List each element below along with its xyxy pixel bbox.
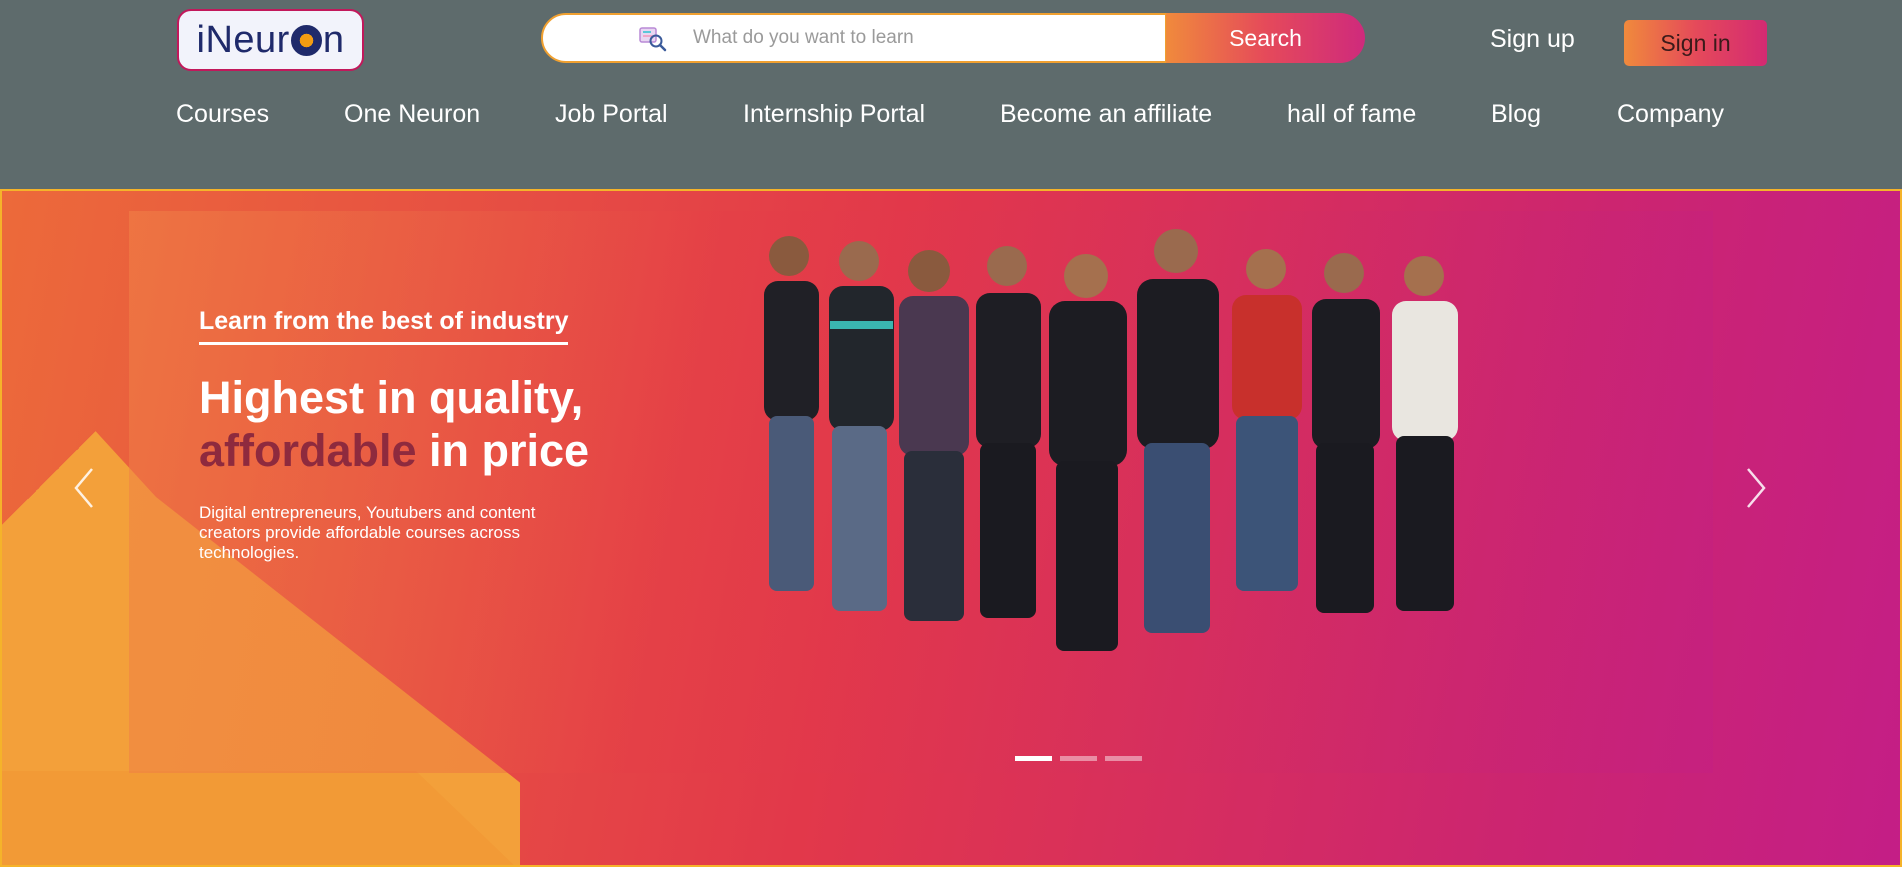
chevron-right-icon[interactable] (1740, 463, 1770, 513)
team-photo (764, 229, 1458, 651)
logo-wordmark: iNeur n (196, 18, 345, 61)
hero-kicker: Learn from the best of industry (199, 307, 569, 345)
search-input[interactable] (693, 23, 1153, 53)
nav-item-company[interactable]: Company (1617, 100, 1724, 129)
nav-item-internship-portal[interactable]: Internship Portal (743, 100, 925, 129)
hero-headline-line2: affordable in price (199, 424, 589, 477)
nav-item-courses[interactable]: Courses (176, 100, 269, 129)
hero-description: Digital entrepreneurs, Youtubers and con… (199, 503, 536, 562)
nav-item-blog[interactable]: Blog (1491, 100, 1541, 129)
search-button[interactable]: Search (1166, 13, 1365, 63)
carousel-dot-2[interactable] (1060, 756, 1097, 761)
carousel-dot-1[interactable] (1015, 756, 1052, 761)
hero-headline-accent: affordable (199, 425, 417, 476)
search-icon (638, 26, 668, 52)
nav-item-one-neuron[interactable]: One Neuron (344, 100, 480, 129)
hero-headline-rest: in price (416, 425, 590, 476)
sign-up-link[interactable]: Sign up (1490, 25, 1575, 54)
search-bar (541, 13, 1167, 63)
hero-headline-line1: Highest in quality, (199, 372, 584, 423)
nav-item-hall-of-fame[interactable]: hall of fame (1287, 100, 1416, 129)
main-nav: Courses One Neuron Job Portal Internship… (0, 100, 1902, 132)
nav-item-job-portal[interactable]: Job Portal (555, 100, 668, 129)
nav-item-become-affiliate[interactable]: Become an affiliate (1000, 100, 1212, 129)
chevron-left-icon[interactable] (70, 463, 100, 513)
hero-headline: Highest in quality, affordable in price (199, 371, 589, 477)
logo-o-mark (290, 24, 322, 56)
carousel-slide: Learn from the best of industry Highest … (129, 211, 1713, 773)
site-header: iNeurn Search Sign up Sign in Courses On… (0, 0, 1902, 189)
carousel-dot-3[interactable] (1105, 756, 1142, 761)
sign-in-button[interactable]: Sign in (1624, 20, 1767, 66)
hero-carousel: Learn from the best of industry Highest … (0, 189, 1902, 867)
ineuron-logo[interactable]: iNeur n (177, 9, 364, 71)
carousel-indicators (1015, 756, 1142, 761)
